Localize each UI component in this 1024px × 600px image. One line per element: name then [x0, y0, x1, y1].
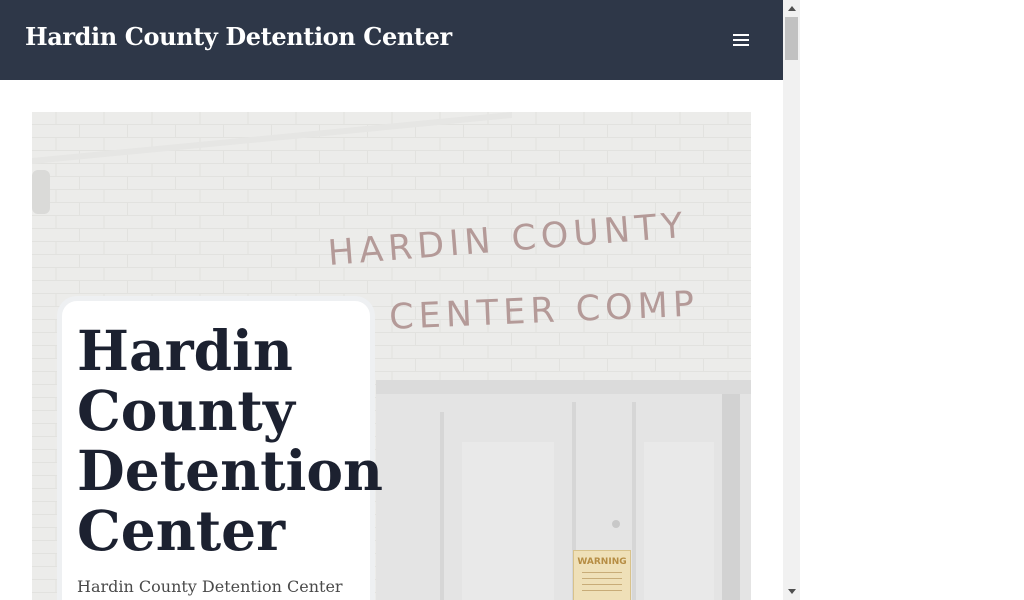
- warning-sign: WARNING: [573, 550, 631, 600]
- page-title: Hardin County Detention Center: [77, 318, 384, 563]
- site-title[interactable]: Hardin County Detention Center: [25, 22, 452, 51]
- warning-sign-label: WARNING: [577, 557, 627, 567]
- vertical-scrollbar[interactable]: [783, 0, 800, 600]
- hero-subtitle: Hardin County Detention Center: [77, 577, 343, 596]
- site-header: Hardin County Detention Center: [0, 0, 783, 80]
- hamburger-menu-icon[interactable]: [729, 28, 753, 52]
- hero-section: HARDIN COUNTY N CENTER COMP WARNING Hard…: [32, 112, 751, 600]
- scrollbar-thumb[interactable]: [785, 17, 798, 60]
- scroll-down-arrow-icon[interactable]: [783, 583, 800, 600]
- hero-card: Hardin County Detention Center Hardin Co…: [57, 296, 384, 600]
- scroll-up-arrow-icon[interactable]: [783, 0, 800, 17]
- page-viewport: Hardin County Detention Center HARDIN CO…: [0, 0, 783, 600]
